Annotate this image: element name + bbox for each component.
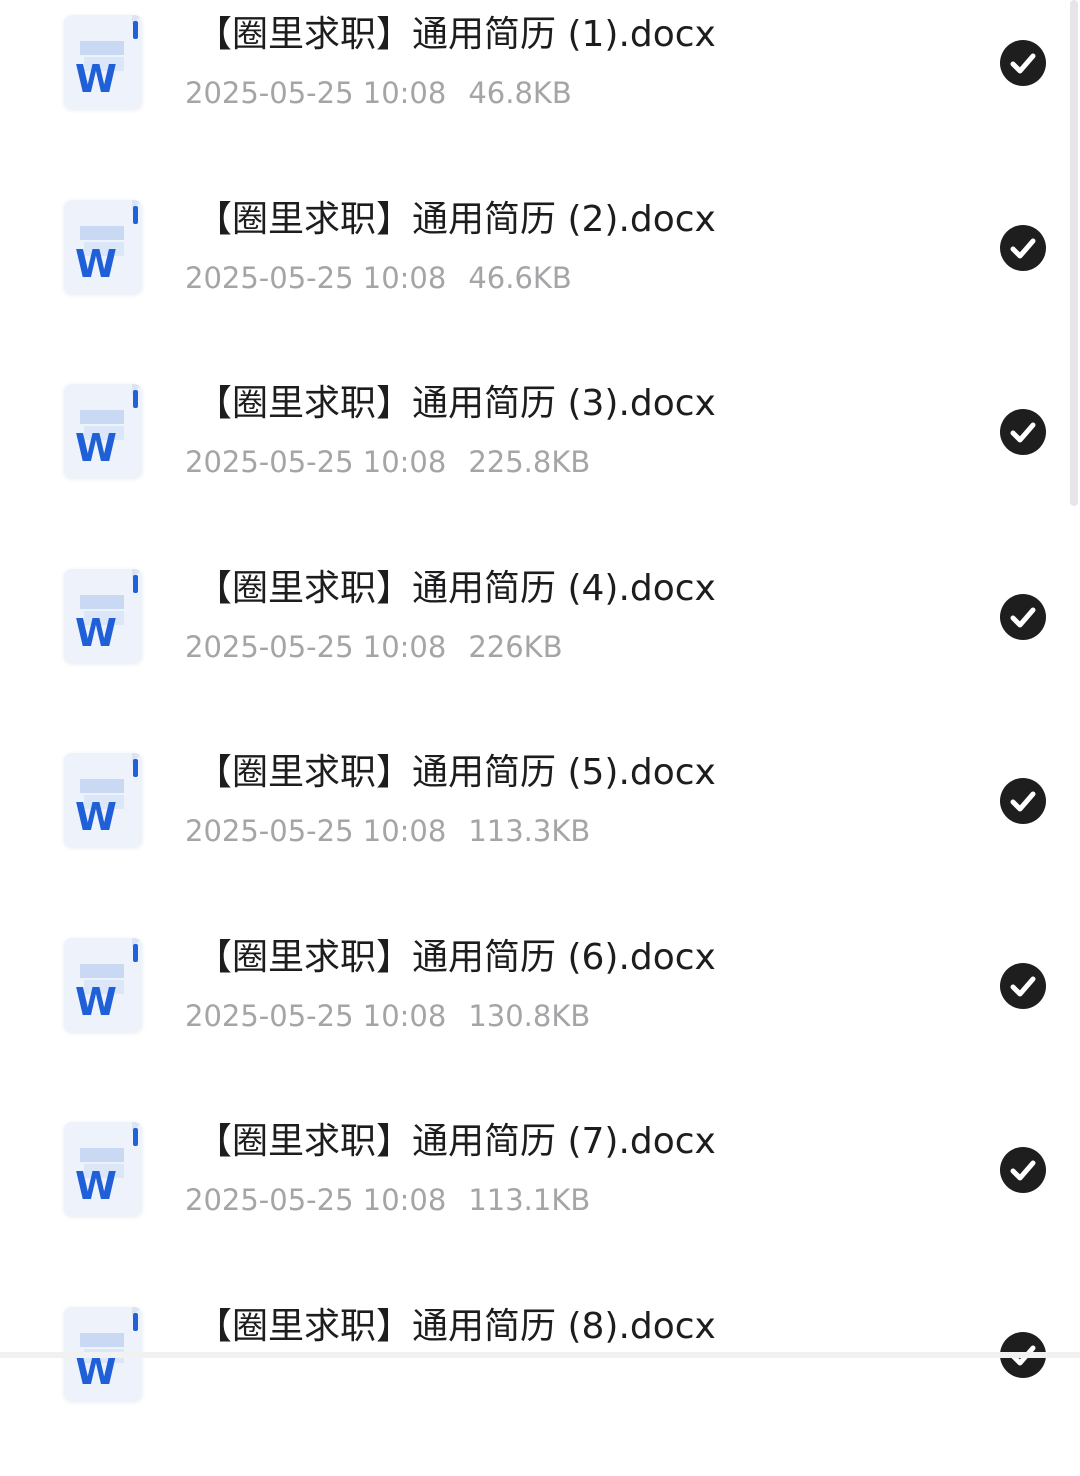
file-meta: 2025-05-25 10:08 225.8KB [185, 445, 590, 479]
doc-icon-tab [133, 1128, 138, 1146]
file-meta: 2025-05-25 10:08 113.3KB [185, 814, 590, 848]
file-name: 【圈里求职】通用简历 (1).docx [196, 14, 716, 55]
file-row[interactable]: W 【圈里求职】通用简历 (1).docx 2025-05-25 10:08 46.8… [0, 0, 1068, 184]
file-date: 2025-05-25 10:08 [185, 1183, 447, 1217]
file-size: 226KB [468, 630, 563, 664]
doc-icon-bar [80, 595, 124, 609]
file-row[interactable]: W 【圈里求职】通用简历 (8).docx [0, 1292, 1068, 1476]
checkmark-icon [1010, 791, 1036, 812]
checkmark-icon [1010, 976, 1036, 997]
file-name: 【圈里求职】通用简历 (5).docx [196, 752, 716, 793]
word-doc-icon: W [64, 200, 142, 294]
word-doc-icon: W [64, 569, 142, 663]
word-doc-icon: W [64, 384, 142, 478]
file-date: 2025-05-25 10:08 [185, 630, 447, 664]
word-letter: W [75, 1164, 117, 1208]
file-meta: 2025-05-25 10:08 226KB [185, 630, 563, 664]
file-row[interactable]: W 【圈里求职】通用简历 (4).docx 2025-05-25 10:08 226K… [0, 554, 1068, 738]
doc-icon-bar [80, 779, 124, 793]
word-letter: W [75, 980, 117, 1024]
file-name: 【圈里求职】通用简历 (4).docx [196, 568, 716, 609]
file-row[interactable]: W 【圈里求职】通用简历 (6).docx 2025-05-25 10:08 130.… [0, 923, 1068, 1107]
checkmark-icon [1010, 1160, 1036, 1181]
doc-icon-tab [133, 759, 138, 777]
file-name: 【圈里求职】通用简历 (8).docx [196, 1306, 716, 1347]
doc-icon-tab [133, 944, 138, 962]
file-row[interactable]: W 【圈里求职】通用简历 (3).docx 2025-05-25 10:08 225.… [0, 369, 1068, 553]
doc-icon-bar [80, 410, 124, 424]
doc-icon-tab [133, 390, 138, 408]
file-row[interactable]: W 【圈里求职】通用简历 (2).docx 2025-05-25 10:08 46.6… [0, 185, 1068, 369]
bottom-edge [0, 1352, 1080, 1358]
file-size: 113.3KB [468, 814, 591, 848]
selected-check-icon[interactable] [1000, 409, 1046, 455]
file-date: 2025-05-25 10:08 [185, 261, 447, 295]
doc-icon-bar [80, 964, 124, 978]
file-size: 130.8KB [468, 999, 591, 1033]
file-size: 225.8KB [468, 445, 591, 479]
file-name: 【圈里求职】通用简历 (7).docx [196, 1121, 716, 1162]
word-letter: W [75, 611, 117, 655]
word-letter: W [75, 242, 117, 286]
file-size: 46.6KB [468, 261, 572, 295]
doc-icon-tab [133, 21, 138, 39]
file-name: 【圈里求职】通用简历 (2).docx [196, 199, 716, 240]
selected-check-icon[interactable] [1000, 594, 1046, 640]
file-meta: 2025-05-25 10:08 113.1KB [185, 1183, 590, 1217]
word-doc-icon: W [64, 753, 142, 847]
word-letter: W [75, 426, 117, 470]
doc-icon-bar [80, 1148, 124, 1162]
doc-icon-tab [133, 1313, 138, 1331]
file-size: 46.8KB [468, 76, 572, 110]
doc-icon-bar [80, 1333, 124, 1347]
file-date: 2025-05-25 10:08 [185, 999, 447, 1033]
word-letter: W [75, 795, 117, 839]
checkmark-icon [1010, 238, 1036, 259]
file-date: 2025-05-25 10:08 [185, 76, 447, 110]
selected-check-icon[interactable] [1000, 963, 1046, 1009]
file-meta: 2025-05-25 10:08 46.8KB [185, 76, 572, 110]
checkmark-icon [1010, 53, 1036, 74]
doc-icon-bar [80, 226, 124, 240]
checkmark-icon [1010, 422, 1036, 443]
file-size: 113.1KB [468, 1183, 591, 1217]
file-row[interactable]: W 【圈里求职】通用简历 (7).docx 2025-05-25 10:08 113.… [0, 1107, 1068, 1291]
selected-check-icon[interactable] [1000, 40, 1046, 86]
file-row[interactable]: W 【圈里求职】通用简历 (5).docx 2025-05-25 10:08 113.… [0, 738, 1068, 922]
checkmark-icon [1010, 607, 1036, 628]
file-name: 【圈里求职】通用简历 (3).docx [196, 383, 716, 424]
selected-check-icon[interactable] [1000, 225, 1046, 271]
file-date: 2025-05-25 10:08 [185, 814, 447, 848]
file-name: 【圈里求职】通用简历 (6).docx [196, 937, 716, 978]
word-doc-icon: W [64, 1122, 142, 1216]
word-doc-icon: W [64, 938, 142, 1032]
file-meta: 2025-05-25 10:08 130.8KB [185, 999, 590, 1033]
file-list: W 【圈里求职】通用简历 (1).docx 2025-05-25 10:08 46.8… [0, 0, 1080, 1401]
doc-icon-bar [80, 41, 124, 55]
scrollbar-thumb[interactable] [1070, 0, 1078, 506]
selected-check-icon[interactable] [1000, 778, 1046, 824]
word-doc-icon: W [64, 15, 142, 109]
file-meta: 2025-05-25 10:08 46.6KB [185, 261, 572, 295]
doc-icon-tab [133, 206, 138, 224]
file-date: 2025-05-25 10:08 [185, 445, 447, 479]
doc-icon-tab [133, 575, 138, 593]
word-letter: W [75, 57, 117, 101]
selected-check-icon[interactable] [1000, 1147, 1046, 1193]
